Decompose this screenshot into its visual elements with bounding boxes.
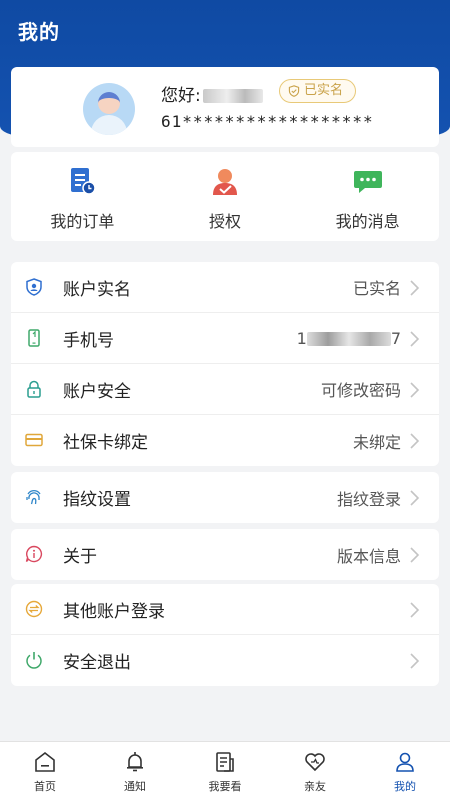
menu-value: 未绑定 xyxy=(352,432,401,452)
bell-icon xyxy=(127,752,143,772)
menu-value: 版本信息 xyxy=(336,546,401,566)
menu-value: 已实名 xyxy=(352,279,401,298)
verified-badge: 已实名 xyxy=(279,79,357,103)
menu-label: 账户安全 xyxy=(63,381,131,402)
menu-label: 指纹设置 xyxy=(63,490,131,510)
chevron-right-icon xyxy=(410,653,420,669)
quick-action-authorize[interactable]: 授权 xyxy=(154,152,297,241)
menu-row-logout[interactable]: 安全退出 xyxy=(11,635,439,686)
menu-label: 账户实名 xyxy=(63,279,131,300)
chevron-right-icon xyxy=(410,547,420,563)
avatar[interactable] xyxy=(83,83,135,135)
shield-check-icon xyxy=(288,85,300,97)
menu-label: 社保卡绑定 xyxy=(63,433,148,453)
greeting-text: 您好: xyxy=(161,86,201,106)
nav-mine[interactable]: 我的 xyxy=(360,742,450,800)
phone-prefix: 1 xyxy=(296,328,307,348)
menu-row-security[interactable]: 账户安全 可修改密码 xyxy=(11,364,439,415)
nav-label: 我要看 xyxy=(208,780,242,793)
home-icon xyxy=(35,751,55,772)
nav-family[interactable]: 亲友 xyxy=(270,742,360,800)
menu-row-about[interactable]: 关于 版本信息 xyxy=(11,529,439,580)
menu-row-phone[interactable]: 手机号 17 xyxy=(11,313,439,364)
menu-row-other-account[interactable]: 其他账户登录 xyxy=(11,584,439,635)
account-menu: 账户实名 已实名 手机号 17 账户安全 可修改密码 社保卡绑定 未绑定 xyxy=(11,262,439,466)
session-menu: 其他账户登录 安全退出 xyxy=(11,584,439,686)
menu-value: 17 xyxy=(297,329,401,348)
verified-badge-label: 已实名 xyxy=(304,83,344,98)
nav-label: 通知 xyxy=(124,780,146,793)
menu-label: 关于 xyxy=(63,547,97,567)
bottom-nav: 首页 通知 我要看 亲友 我的 xyxy=(0,741,450,800)
quick-actions: 我的订单 授权 我的消息 xyxy=(11,152,439,241)
quick-action-orders[interactable]: 我的订单 xyxy=(11,152,154,241)
info-icon xyxy=(25,545,43,563)
menu-row-real-name[interactable]: 账户实名 已实名 xyxy=(11,262,439,313)
power-icon xyxy=(26,652,42,669)
quick-action-label: 授权 xyxy=(209,212,242,231)
nav-home[interactable]: 首页 xyxy=(0,742,90,800)
phone-suffix: 7 xyxy=(390,328,401,348)
masked-phone xyxy=(306,332,391,346)
menu-row-fingerprint[interactable]: 指纹设置 指纹登录 xyxy=(11,472,439,523)
menu-value: 可修改密码 xyxy=(320,381,401,400)
menu-label: 手机号 xyxy=(63,330,114,351)
masked-name xyxy=(202,89,263,103)
card-icon xyxy=(25,433,43,447)
menu-label: 其他账户登录 xyxy=(63,601,165,622)
document-icon xyxy=(216,752,234,772)
heart-icon xyxy=(305,753,325,772)
authorize-icon xyxy=(213,169,237,195)
menu-row-social-card[interactable]: 社保卡绑定 未绑定 xyxy=(11,415,439,466)
chevron-right-icon xyxy=(410,433,420,449)
shield-id-icon xyxy=(26,278,42,296)
quick-action-label: 我的订单 xyxy=(50,212,115,231)
lock-icon xyxy=(27,380,41,398)
chevron-right-icon xyxy=(410,382,420,398)
menu-value: 指纹登录 xyxy=(336,489,401,509)
profile-card[interactable]: 您好: 已实名 61****************** xyxy=(11,67,439,147)
order-icon xyxy=(71,168,97,195)
fingerprint-icon xyxy=(26,490,41,505)
chevron-right-icon xyxy=(410,602,420,618)
nav-watch[interactable]: 我要看 xyxy=(180,742,270,800)
nav-label: 亲友 xyxy=(304,780,326,793)
user-icon xyxy=(396,752,414,772)
chevron-right-icon xyxy=(410,490,420,506)
switch-account-icon xyxy=(25,600,43,618)
chevron-right-icon xyxy=(410,280,420,296)
menu-label: 安全退出 xyxy=(63,653,131,673)
phone-icon xyxy=(28,329,40,347)
greeting: 您好: xyxy=(161,81,263,106)
page-title: 我的 xyxy=(18,20,60,44)
nav-label: 我的 xyxy=(394,780,416,793)
message-icon xyxy=(353,171,382,193)
nav-notifications[interactable]: 通知 xyxy=(90,742,180,800)
id-number: 61****************** xyxy=(161,112,374,131)
chevron-right-icon xyxy=(410,331,420,347)
nav-label: 首页 xyxy=(34,780,56,793)
quick-action-label: 我的消息 xyxy=(335,212,400,231)
fingerprint-menu: 指纹设置 指纹登录 xyxy=(11,472,439,523)
quick-action-messages[interactable]: 我的消息 xyxy=(296,152,439,241)
about-menu: 关于 版本信息 xyxy=(11,529,439,580)
